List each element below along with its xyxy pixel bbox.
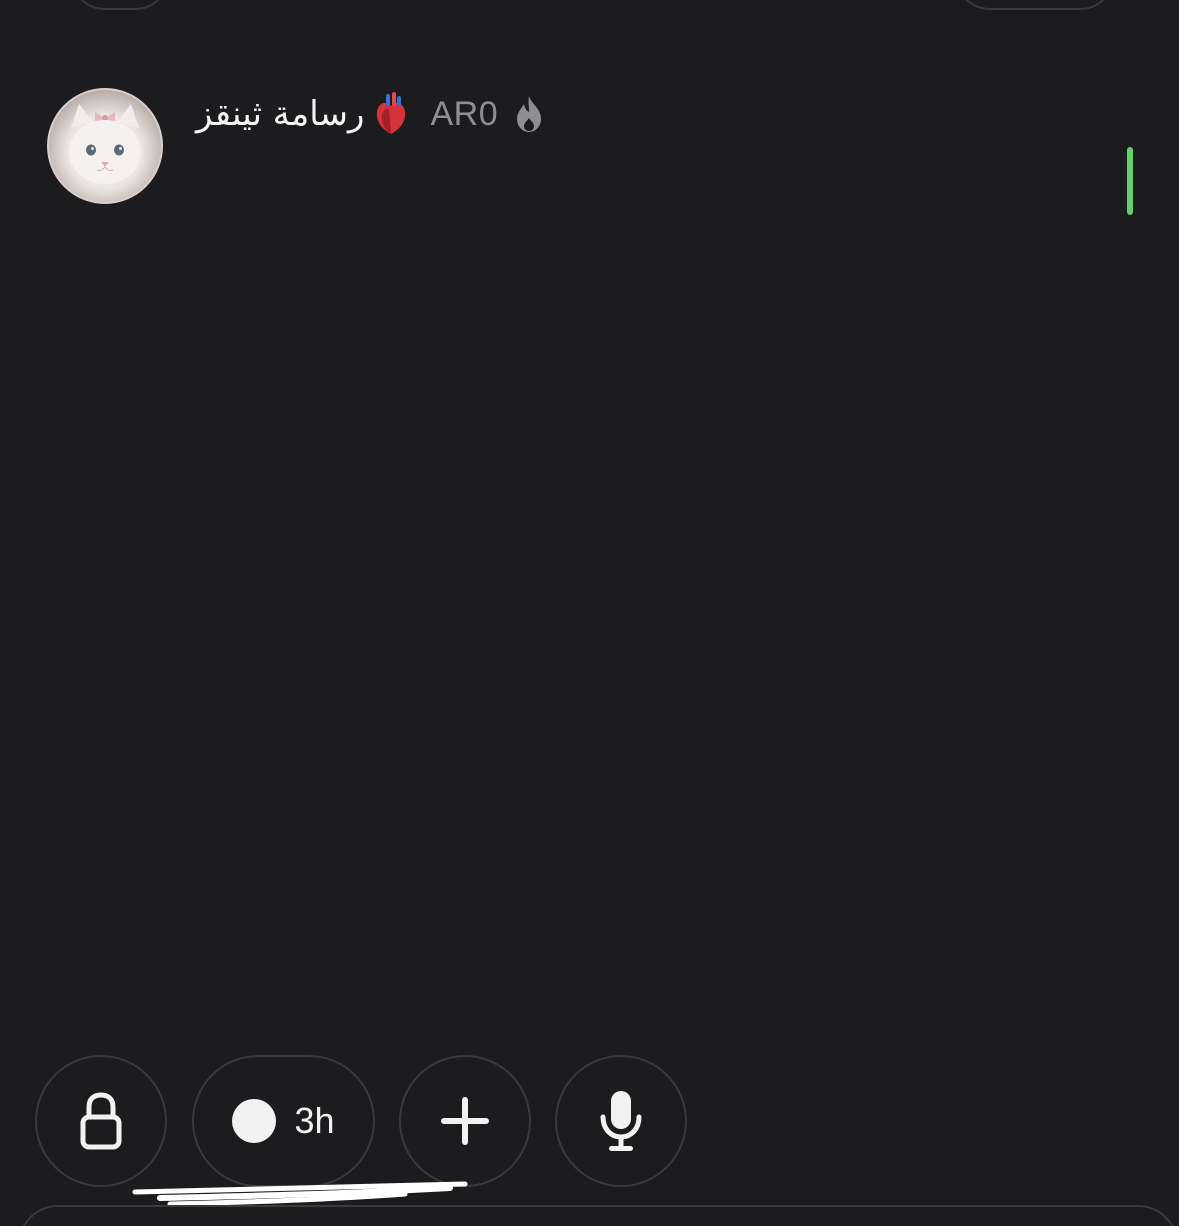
top-left-pill[interactable]	[70, 0, 170, 10]
microphone-icon	[600, 1091, 642, 1151]
message-input-bar[interactable]	[18, 1205, 1178, 1226]
story-tag: AR0	[430, 94, 499, 133]
lock-button[interactable]	[35, 1055, 167, 1187]
add-button[interactable]	[399, 1055, 531, 1187]
cat-avatar-image	[49, 90, 161, 202]
anatomical-heart-icon	[377, 92, 406, 134]
timer-button[interactable]: 3h	[192, 1055, 375, 1187]
story-title: رسامة ثينقز	[196, 94, 365, 134]
story-composer-screen: رسامة ثينقز AR0 3h	[0, 0, 1179, 1226]
flame-icon	[517, 96, 542, 132]
top-right-pill[interactable]	[955, 0, 1115, 10]
timer-label: 3h	[294, 1100, 335, 1141]
avatar[interactable]	[47, 88, 163, 204]
text-cursor	[1127, 147, 1133, 215]
plus-icon	[441, 1097, 489, 1145]
microphone-button[interactable]	[555, 1055, 687, 1187]
dot-icon	[232, 1099, 277, 1143]
story-header: رسامة ثينقز AR0	[196, 88, 546, 140]
lock-icon	[80, 1092, 122, 1150]
